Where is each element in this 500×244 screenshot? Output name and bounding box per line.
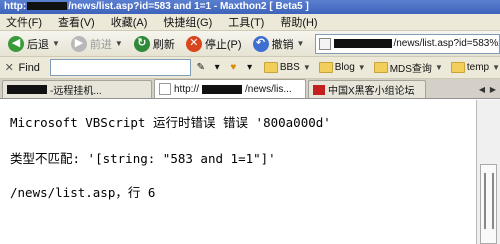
- menu-tools[interactable]: 工具(T): [228, 14, 264, 30]
- window-title-suffix: /news/list.asp?id=583 and 1=1 - Maxthon2…: [68, 1, 309, 12]
- address-bar[interactable]: /news/list.asp?id=583%20and%201=1: [315, 33, 500, 54]
- folder-icon: [450, 62, 465, 73]
- page-icon: [319, 37, 332, 50]
- mds-label: MDS查询: [389, 64, 432, 75]
- address-text: /news/list.asp?id=583%20and%201=1: [393, 38, 499, 49]
- navigation-toolbar: ◀ 后退 ▼ ▶ 前进 ▼ ↻ 刷新 ✕ 停止(P) ↶ 撤销 ▼ /news/…: [0, 31, 500, 57]
- stop-label: 停止(P): [204, 38, 242, 51]
- refresh-label: 刷新: [152, 38, 175, 51]
- scrollbar-thumb[interactable]: [480, 164, 497, 244]
- highlight-icon[interactable]: ✎: [195, 61, 207, 75]
- chevron-down-icon[interactable]: ▼: [115, 39, 123, 48]
- stop-button[interactable]: ✕ 停止(P): [182, 33, 246, 55]
- error-location: /news/list.asp，行 6: [10, 185, 156, 200]
- chevron-down-icon: ▼: [434, 63, 443, 72]
- chevron-down-icon[interactable]: ▾: [244, 61, 256, 75]
- chevron-down-icon: ▼: [357, 63, 366, 72]
- tab-label: 中国X黑客小组论坛: [328, 86, 415, 97]
- page-icon: [159, 83, 171, 95]
- back-label: 后退: [27, 38, 49, 51]
- chevron-down-icon[interactable]: ▼: [52, 39, 60, 48]
- forum-icon: [313, 84, 325, 95]
- tab-scroll-controls: ◀ ▶: [477, 80, 500, 98]
- folder-icon: [318, 62, 333, 73]
- temp-group-button[interactable]: temp ▼: [450, 62, 500, 73]
- menu-bar: 文件(F) 查看(V) 收藏(A) 快捷组(G) 工具(T) 帮助(H): [0, 14, 500, 31]
- temp-label: temp: [466, 62, 490, 73]
- tab-label: -远程挂机...: [50, 86, 102, 97]
- error-title: Microsoft VBScript 运行时错误 错误 '800a000d': [10, 115, 331, 130]
- forward-button[interactable]: ▶ 前进 ▼: [67, 33, 127, 55]
- tab-bar: -远程挂机... http:// /news/lis... 中国X黑客小组论坛 ◀…: [0, 79, 500, 99]
- redacted-tab-title: [7, 85, 47, 94]
- menu-help[interactable]: 帮助(H): [280, 14, 317, 30]
- blog-group-button[interactable]: Blog ▼: [318, 62, 366, 73]
- menu-favorites[interactable]: 收藏(A): [111, 14, 148, 30]
- tab-scroll-left-icon[interactable]: ◀: [477, 83, 487, 95]
- window-title-bar: http: /news/list.asp?id=583 and 1=1 - Max…: [0, 0, 500, 14]
- find-bar: ✕ Find ✎ ▾ ♥ ▾ BBS ▼ Blog ▼ MDS查询 ▼ temp…: [0, 57, 500, 79]
- chevron-down-icon[interactable]: ▼: [297, 39, 305, 48]
- tab-label-prefix: http://: [174, 83, 200, 95]
- mds-group-button[interactable]: MDS查询 ▼: [373, 60, 443, 75]
- tab-remote-hosting[interactable]: -远程挂机...: [2, 80, 152, 98]
- menu-groups[interactable]: 快捷组(G): [163, 14, 212, 30]
- chevron-down-icon[interactable]: ▾: [211, 61, 223, 75]
- find-label: Find: [18, 61, 40, 74]
- folder-icon: [263, 62, 278, 73]
- find-input[interactable]: [49, 59, 191, 76]
- forward-label: 前进: [89, 38, 112, 51]
- back-button[interactable]: ◀ 后退 ▼: [4, 33, 64, 55]
- refresh-button[interactable]: ↻ 刷新: [130, 33, 179, 55]
- bbs-label: BBS: [279, 62, 300, 73]
- undo-button[interactable]: ↶ 撤销 ▼: [249, 33, 309, 55]
- undo-label: 撤销: [271, 38, 294, 51]
- folder-icon: [373, 62, 388, 73]
- redacted-host: [27, 2, 68, 11]
- page-content: Microsoft VBScript 运行时错误 错误 '800a000d' 类…: [0, 100, 476, 244]
- vertical-scrollbar[interactable]: [476, 100, 500, 244]
- refresh-icon: ↻: [133, 35, 150, 52]
- menu-file[interactable]: 文件(F): [6, 14, 42, 30]
- undo-icon: ↶: [252, 35, 269, 52]
- back-arrow-icon: ◀: [8, 35, 24, 52]
- redacted-tab-title: [202, 84, 243, 94]
- blog-label: Blog: [334, 62, 355, 73]
- stop-icon: ✕: [185, 35, 202, 52]
- chevron-down-icon: ▼: [492, 63, 500, 72]
- menu-view[interactable]: 查看(V): [58, 14, 95, 30]
- close-icon[interactable]: ✕: [4, 61, 15, 74]
- tab-scroll-right-icon[interactable]: ▶: [488, 83, 498, 95]
- bbs-group-button[interactable]: BBS ▼: [263, 62, 311, 73]
- heart-icon[interactable]: ♥: [227, 61, 239, 75]
- window-title-prefix: http:: [4, 1, 27, 12]
- tab-label-suffix: /news/lis...: [245, 83, 292, 95]
- chevron-down-icon: ▼: [302, 63, 311, 72]
- thumb-grip-icon: [484, 173, 494, 229]
- tab-forum[interactable]: 中国X黑客小组论坛: [308, 80, 426, 98]
- tab-current-page[interactable]: http:// /news/lis...: [154, 79, 306, 98]
- forward-arrow-icon: ▶: [70, 35, 87, 52]
- redacted-host: [334, 39, 393, 48]
- error-message: 类型不匹配: '[string: "583 and 1=1"]': [10, 151, 276, 166]
